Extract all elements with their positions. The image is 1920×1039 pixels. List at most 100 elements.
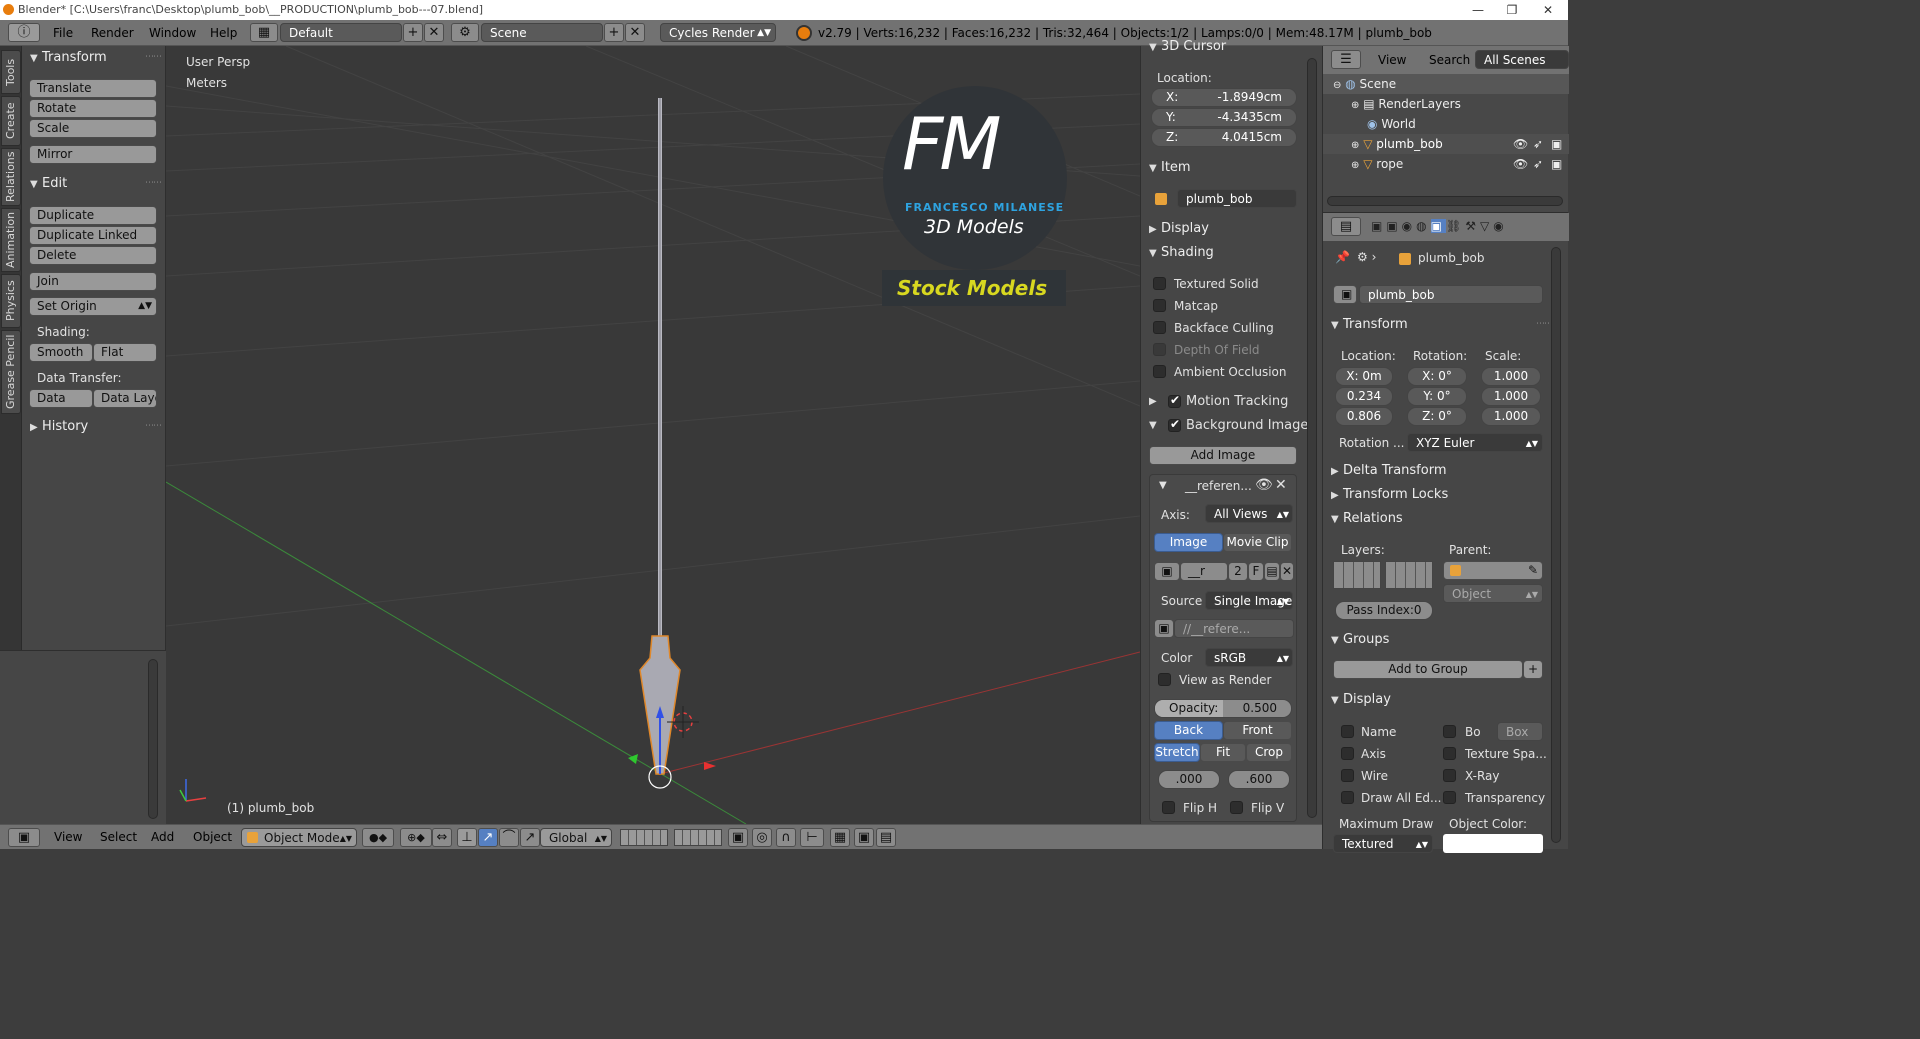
pass-index-field[interactable]: Pass Index:0 xyxy=(1335,601,1433,620)
panel-edit-header[interactable]: ▼ Edit xyxy=(30,174,67,194)
max-draw-type-dropdown[interactable]: Textured ▲▼ xyxy=(1333,834,1433,853)
flat-button[interactable]: Flat xyxy=(93,343,157,362)
screen-layout-icon[interactable]: ▦ xyxy=(250,23,278,42)
npanel-scrollbar[interactable] xyxy=(1307,58,1317,818)
outliner-item-plumb-bob[interactable]: ⊕ ▽ plumb_bob 👁 ➶ ▣ xyxy=(1323,134,1569,154)
pin-icon[interactable]: 📌 xyxy=(1335,250,1350,264)
motion-tracking-checkbox[interactable] xyxy=(1168,393,1181,408)
movie-clip-tab[interactable]: Movie Clip xyxy=(1223,533,1292,552)
clapperboard-icon[interactable]: ▤ xyxy=(876,828,896,847)
tab-tools[interactable]: Tools xyxy=(1,50,21,94)
rotation-z-field[interactable]: Z: 0° xyxy=(1407,407,1467,426)
panel-delta-transform-header[interactable]: ▶ Delta Transform xyxy=(1331,461,1446,481)
tab-create[interactable]: Create xyxy=(1,96,21,146)
panel-relations-header[interactable]: ▼ Relations xyxy=(1331,509,1403,529)
axis-dropdown[interactable]: All Views ▲▼ xyxy=(1205,504,1293,523)
data-layout-button[interactable]: Data Layo xyxy=(93,389,157,408)
matcap-checkbox[interactable] xyxy=(1153,299,1166,312)
image-file-icon[interactable]: ▣ xyxy=(1154,619,1174,638)
snap-icon[interactable]: ∩ xyxy=(776,828,796,847)
add-to-group-button[interactable]: Add to Group xyxy=(1333,660,1523,679)
outliner-view-menu[interactable]: View xyxy=(1378,47,1406,73)
cursor-z-field[interactable]: Z: 4.0415cm xyxy=(1151,128,1297,147)
scale-button[interactable]: Scale xyxy=(29,119,157,138)
fake-user-button[interactable]: F xyxy=(1248,562,1264,581)
cursor-y-field[interactable]: Y: -4.3435cm xyxy=(1151,108,1297,127)
panel-motion-tracking-header[interactable]: ▶ xyxy=(1149,391,1161,411)
expand-icon[interactable]: ⊕ xyxy=(1351,140,1359,151)
crop-button[interactable]: Crop xyxy=(1246,743,1292,762)
scale-z-field[interactable]: 1.000 xyxy=(1481,407,1541,426)
panel-display-header[interactable]: ▶ Display xyxy=(1149,219,1209,239)
image-open-icon[interactable]: ▤ xyxy=(1264,562,1280,581)
outliner-item-renderlayers[interactable]: ⊕ ▤ RenderLayers xyxy=(1323,94,1569,114)
menu-file[interactable]: File xyxy=(53,20,73,46)
drag-grip-icon[interactable]: ⋯⋯ xyxy=(145,52,162,62)
panel-display-header[interactable]: ▼ Display xyxy=(1331,690,1391,710)
panel-history-header[interactable]: ▶ History xyxy=(30,417,88,437)
new-group-icon[interactable]: + xyxy=(1523,660,1543,679)
menu-object[interactable]: Object xyxy=(193,824,232,850)
image-tab[interactable]: Image xyxy=(1154,533,1223,552)
visibility-eye-icon[interactable]: 👁 xyxy=(1513,154,1528,174)
image-datablock-field[interactable]: __r xyxy=(1180,562,1228,581)
outliner-item-world[interactable]: ◉ World xyxy=(1323,114,1569,134)
flip-h-checkbox[interactable] xyxy=(1162,801,1175,814)
delete-button[interactable]: Delete xyxy=(29,246,157,265)
name-checkbox[interactable] xyxy=(1341,725,1354,738)
interaction-mode-dropdown[interactable]: Object Mode ▲▼ xyxy=(241,828,357,847)
scene-layers-left[interactable] xyxy=(620,829,668,846)
tab-physics[interactable]: Physics xyxy=(1,274,21,328)
scale-x-field[interactable]: 1.000 xyxy=(1481,367,1541,386)
remove-scene-icon[interactable]: ✕ xyxy=(625,23,645,42)
transform-orientation-dropdown[interactable]: Global ▲▼ xyxy=(540,828,612,847)
operator-scrollbar[interactable] xyxy=(148,659,158,819)
panel-transform-header[interactable]: ▼ Transform xyxy=(1331,315,1408,335)
object-browse-icon[interactable]: ▣ xyxy=(1333,285,1357,304)
stretch-button[interactable]: Stretch xyxy=(1154,743,1200,762)
rotation-mode-dropdown[interactable]: XYZ Euler ▲▼ xyxy=(1407,433,1543,452)
rotate-manipulator-icon[interactable]: ↗ xyxy=(478,828,498,847)
viewport-shading-icon[interactable]: ●◆ xyxy=(362,828,394,847)
texture-space-checkbox[interactable] xyxy=(1443,747,1456,760)
collapse-icon[interactable]: ⊖ xyxy=(1333,80,1341,91)
view-as-render-checkbox[interactable] xyxy=(1158,673,1171,686)
offset-x-field[interactable]: .000 xyxy=(1158,770,1220,789)
flip-v-checkbox[interactable] xyxy=(1230,801,1243,814)
eye-icon[interactable]: 👁 xyxy=(1255,477,1273,493)
renderable-camera-icon[interactable]: ▣ xyxy=(1551,134,1562,154)
draw-all-edges-checkbox[interactable] xyxy=(1341,791,1354,804)
mirror-button[interactable]: Mirror xyxy=(29,145,157,164)
smooth-button[interactable]: Smooth xyxy=(29,343,93,362)
pivot-point-icon[interactable]: ⊕◆ xyxy=(400,828,432,847)
back-button[interactable]: Back xyxy=(1154,721,1223,740)
render-engine-dropdown[interactable]: Cycles Render ▲▼ xyxy=(660,23,776,42)
panel-background-images-header[interactable]: ▼ xyxy=(1149,415,1161,435)
scene-field[interactable]: Scene xyxy=(481,23,603,42)
expand-icon[interactable]: ⊕ xyxy=(1351,100,1359,111)
menu-view[interactable]: View xyxy=(54,824,82,850)
background-images-checkbox[interactable] xyxy=(1168,417,1181,432)
transparency-checkbox[interactable] xyxy=(1443,791,1456,804)
panel-3d-cursor-header[interactable]: ▼ 3D Cursor xyxy=(1149,37,1226,57)
drag-grip-icon[interactable]: ⋯⋯ xyxy=(1536,319,1553,329)
selectable-arrow-icon[interactable]: ➶ xyxy=(1533,134,1543,154)
3d-viewport[interactable]: User Persp Meters (1) plumb_bob FM FRANC… xyxy=(166,46,1140,824)
menu-help[interactable]: Help xyxy=(210,20,237,46)
close-window-button[interactable]: ✕ xyxy=(1530,0,1566,20)
parent-field[interactable]: ✎ xyxy=(1443,561,1543,580)
menu-add[interactable]: Add xyxy=(151,824,174,850)
panel-transform-header[interactable]: ▼ Transform xyxy=(30,48,107,68)
offset-y-field[interactable]: .600 xyxy=(1228,770,1290,789)
location-x-field[interactable]: X: 0m xyxy=(1335,367,1393,386)
remove-bg-icon[interactable]: ✕ xyxy=(1275,477,1287,493)
visibility-eye-icon[interactable]: 👁 xyxy=(1513,134,1528,154)
selectable-arrow-icon[interactable]: ➶ xyxy=(1533,154,1543,174)
translate-manipulator-icon[interactable]: ⊥ xyxy=(457,828,477,847)
front-button[interactable]: Front xyxy=(1223,721,1292,740)
source-dropdown[interactable]: Single Image ▲▼ xyxy=(1205,591,1293,610)
rotation-y-field[interactable]: Y: 0° xyxy=(1407,387,1467,406)
menu-render[interactable]: Render xyxy=(91,20,134,46)
opacity-slider[interactable]: Opacity: 0.500 xyxy=(1154,699,1292,718)
add-layout-icon[interactable]: + xyxy=(403,23,423,42)
